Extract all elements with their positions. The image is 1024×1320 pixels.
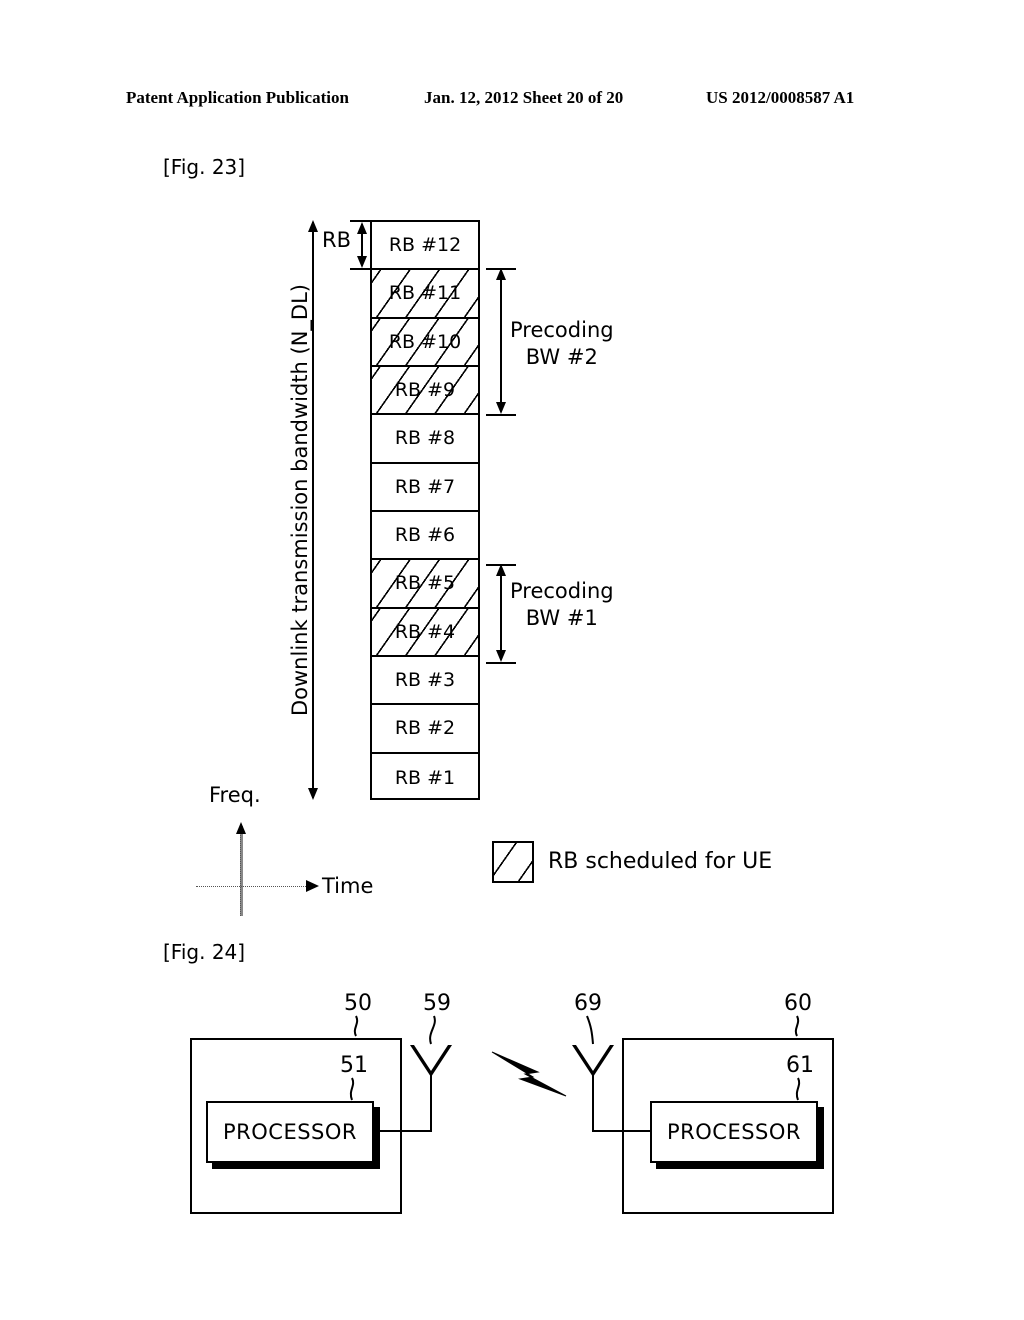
figure-24-label: [Fig. 24]	[163, 940, 246, 964]
bandwidth-axis-label: Downlink transmission bandwidth (N_DL)	[288, 284, 312, 717]
rb-unit-label: RB	[322, 228, 351, 252]
rb-cell-label: RB #11	[388, 282, 462, 305]
rb-unit-tick-bottom	[350, 268, 372, 270]
reference-numeral-59: 59	[423, 991, 451, 1016]
reference-numeral-60: 60	[784, 991, 812, 1016]
precoding-bw-1-label-line2: BW #1	[525, 605, 598, 630]
rb-unit-arrow-down-icon	[357, 256, 367, 268]
time-axis-label: Time	[322, 874, 374, 898]
rb-cell-label: RB #5	[394, 572, 456, 595]
receiver-antenna-stem	[592, 1075, 594, 1132]
lead-line-59	[429, 1015, 436, 1045]
precoding-bw-2-label-line2: BW #2	[525, 344, 598, 369]
reference-numeral-61: 61	[786, 1053, 814, 1078]
reference-numeral-69: 69	[574, 991, 602, 1016]
transmitter-processor-label: PROCESSOR	[223, 1120, 357, 1144]
precoding-bw-2-label-line1: Precoding	[510, 318, 614, 342]
rb-cell-label: RB #10	[388, 330, 462, 353]
rb-cell-label: RB #2	[394, 717, 456, 740]
precoding-bw-2-arrow-down-icon	[496, 402, 506, 414]
transmitter-antenna-stem	[430, 1075, 432, 1132]
rb-cell-label: RB #6	[394, 524, 456, 547]
rb-cell: RB #10	[372, 318, 478, 367]
precoding-bw-1-label-line1: Precoding	[510, 579, 614, 603]
precoding-bw-1-label: Precoding BW #1	[510, 578, 614, 632]
rb-cell: RB #8	[372, 415, 478, 464]
transmitter-antenna-wire	[374, 1130, 432, 1132]
precoding-bw-1-arrow-down-icon	[496, 650, 506, 662]
wireless-link-lightning-icon	[491, 1051, 567, 1097]
figure-24-connector-overlay	[349, 1015, 801, 1101]
precoding-bw-2-tick-bottom	[486, 414, 516, 416]
rb-cell: RB #4	[372, 608, 478, 657]
time-axis-arrow-right-icon	[306, 880, 319, 892]
rb-cell: RB #1	[372, 754, 478, 802]
header-date-sheet-text: Jan. 12, 2012 Sheet 20 of 20	[424, 88, 624, 107]
bandwidth-axis-line	[312, 222, 314, 798]
legend-label: RB scheduled for UE	[548, 849, 773, 874]
header-patent-number-text: US 2012/0008587 A1	[706, 88, 855, 107]
legend-hatched-swatch-icon	[492, 841, 534, 883]
rb-unit-arrow-up-icon	[357, 222, 367, 234]
figure-23-label: [Fig. 23]	[163, 155, 246, 179]
rb-cell: RB #12	[372, 222, 478, 271]
rb-cell-label: RB #4	[394, 620, 456, 643]
receiver-processor-box: PROCESSOR	[650, 1101, 818, 1163]
rb-cell-label: RB #3	[394, 669, 456, 692]
rb-cell-label: RB #8	[394, 427, 456, 450]
resource-block-grid: RB #12 RB #11 RB #10 RB #9 RB #8 RB #7 R…	[370, 220, 480, 800]
rb-cell: RB #5	[372, 560, 478, 609]
freq-axis-label: Freq.	[209, 783, 261, 807]
rb-cell: RB #11	[372, 270, 478, 319]
rb-cell-label: RB #12	[388, 234, 462, 257]
rb-cell-label: RB #9	[394, 379, 456, 402]
lead-line-69	[586, 1015, 594, 1045]
precoding-bw-1-line	[500, 568, 502, 658]
lead-line-60	[794, 1015, 800, 1037]
transmitter-processor-box: PROCESSOR	[206, 1101, 374, 1163]
lead-line-50	[353, 1015, 359, 1037]
precoding-bw-2-label: Precoding BW #2	[510, 317, 614, 371]
rb-cell: RB #6	[372, 512, 478, 561]
rb-cell: RB #2	[372, 705, 478, 754]
rb-cell: RB #9	[372, 366, 478, 416]
rb-cell-label: RB #7	[394, 475, 456, 498]
rb-cell-label: RB #1	[394, 766, 456, 789]
rb-cell: RB #3	[372, 657, 478, 706]
receiver-antenna-wire	[592, 1130, 652, 1132]
rb-cell: RB #7	[372, 464, 478, 512]
receiver-antenna-icon-inner	[576, 1045, 610, 1071]
precoding-bw-1-tick-bottom	[486, 662, 516, 664]
precoding-bw-1-arrow-up-icon	[496, 564, 506, 576]
receiver-processor-label: PROCESSOR	[667, 1120, 801, 1144]
reference-numeral-51: 51	[340, 1053, 368, 1078]
transmitter-antenna-icon-inner	[414, 1045, 448, 1071]
page-header: Patent Application Publication Jan. 12, …	[0, 88, 1024, 112]
precoding-bw-2-arrow-up-icon	[496, 268, 506, 280]
freq-axis-arrow-up-icon	[236, 822, 246, 834]
reference-numeral-50: 50	[344, 991, 372, 1016]
header-publication-text: Patent Application Publication	[126, 88, 349, 107]
freq-axis-line	[240, 826, 243, 916]
precoding-bw-2-line	[500, 272, 502, 410]
time-axis-line	[196, 886, 306, 887]
